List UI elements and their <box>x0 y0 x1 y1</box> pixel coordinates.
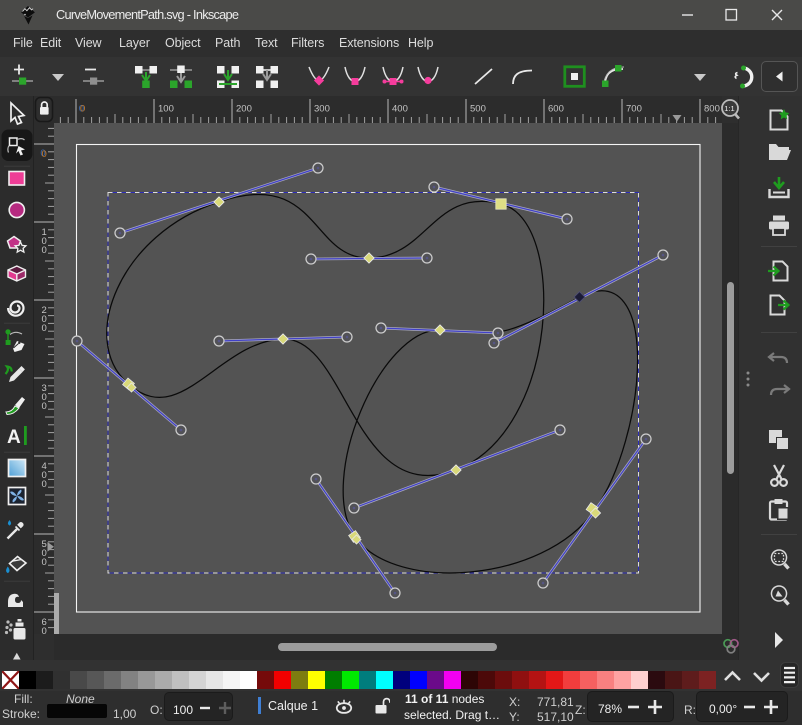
svg-text:400: 400 <box>392 104 408 115</box>
svg-text:200: 200 <box>236 104 252 115</box>
svg-text:100: 100 <box>158 104 174 115</box>
svg-text:A: A <box>7 427 21 448</box>
svg-text:0: 0 <box>80 104 85 115</box>
svg-text:0: 0 <box>42 479 47 490</box>
svg-text:600: 600 <box>548 104 564 115</box>
svg-text:0: 0 <box>42 323 47 334</box>
svg-text:0: 0 <box>42 245 47 256</box>
svg-text:500: 500 <box>470 104 486 115</box>
svg-text:300: 300 <box>314 104 330 115</box>
svg-text:0: 0 <box>42 557 47 568</box>
svg-text:0: 0 <box>42 626 47 634</box>
svg-text:700: 700 <box>626 104 642 115</box>
svg-text:1:1: 1:1 <box>724 104 734 113</box>
svg-text:800: 800 <box>704 104 720 115</box>
svg-text:0: 0 <box>42 401 47 412</box>
svg-text:0: 0 <box>42 149 47 160</box>
